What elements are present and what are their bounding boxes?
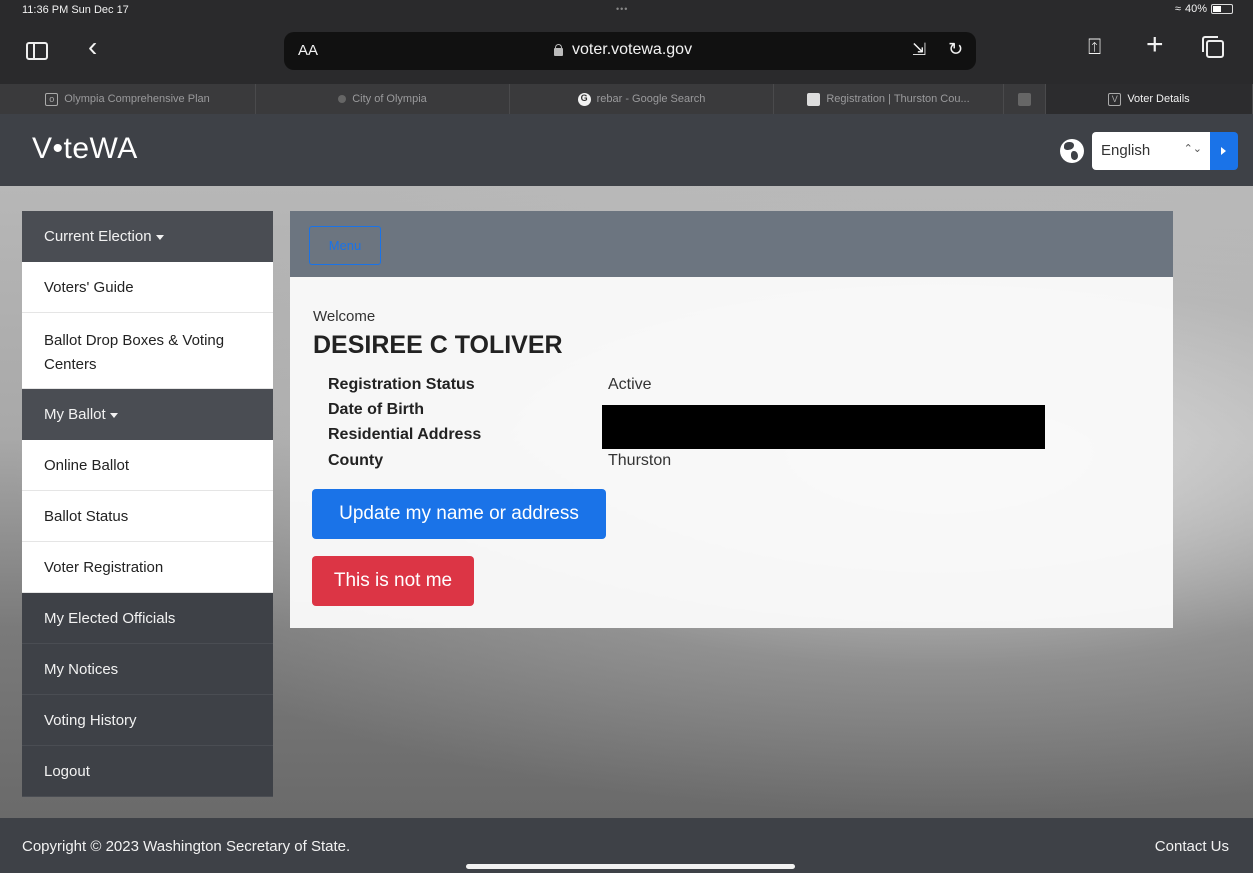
tab-voter-details[interactable]: V Voter Details: [1046, 84, 1253, 114]
nav-label: Voting History: [44, 712, 137, 729]
caret-down-icon: [109, 412, 118, 418]
reload-icon[interactable]: ↻: [948, 39, 963, 60]
back-icon[interactable]: ‹: [88, 33, 97, 61]
county-value: Thurston: [608, 452, 672, 469]
welcome-text: Welcome: [313, 308, 376, 325]
dot-icon: [338, 95, 347, 103]
nav-online-ballot[interactable]: Online Ballot: [22, 440, 273, 491]
google-icon: G: [577, 92, 591, 106]
registration-status-value: Active: [608, 376, 652, 393]
menu-button[interactable]: Menu: [309, 226, 381, 265]
nav-label: Current Election: [44, 228, 152, 245]
copyright-text: Copyright © 2023 Washington Secretary of…: [22, 838, 351, 855]
status-indicators: ≈ 40%: [1175, 3, 1233, 15]
side-nav: Current Election Voters' Guide Ballot Dr…: [22, 211, 273, 797]
reader-mode-icon[interactable]: ⇲: [912, 40, 926, 60]
url-text[interactable]: voter.votewa.gov: [572, 41, 692, 59]
voter-name: DESIREE C TOLIVER: [313, 331, 563, 359]
reader-settings-button[interactable]: AA: [298, 42, 318, 59]
site-footer: Copyright © 2023 Washington Secretary of…: [0, 818, 1253, 873]
tab-label: Olympia Comprehensive Plan: [64, 93, 210, 105]
nav-label: Voters' Guide: [44, 279, 134, 296]
site-header: V•teWA English ⌃⌄: [0, 114, 1253, 186]
nav-label: Ballot Status: [44, 508, 129, 525]
tab-label: Registration | Thurston Cou...: [826, 93, 970, 105]
nav-label: Online Ballot: [44, 457, 130, 474]
language-selected-value: English: [1101, 142, 1151, 159]
new-tab-icon[interactable]: +: [1146, 30, 1164, 60]
nav-current-election[interactable]: Current Election: [22, 211, 273, 262]
tab-google-search[interactable]: G rebar - Google Search: [510, 84, 774, 114]
votewa-logo[interactable]: V•teWA: [32, 132, 138, 166]
date-of-birth-label: Date of Birth: [328, 401, 424, 418]
not-me-button[interactable]: This is not me: [312, 556, 474, 606]
language-select[interactable]: English ⌃⌄: [1092, 132, 1210, 170]
tab-olympia-plan[interactable]: o Olympia Comprehensive Plan: [0, 84, 256, 114]
nav-ballot-drop-boxes[interactable]: Ballot Drop Boxes & Voting Centers: [22, 313, 273, 389]
nav-label: Logout: [44, 763, 90, 780]
contact-us-link[interactable]: Contact Us: [1155, 838, 1229, 855]
nav-label: Voter Registration: [44, 559, 164, 576]
panel-header: Menu: [290, 211, 1173, 277]
residential-address-label: Residential Address: [328, 426, 482, 443]
nav-ballot-status[interactable]: Ballot Status: [22, 491, 273, 542]
tab-overview-icon[interactable]: [1202, 36, 1224, 58]
registration-status-label: Registration Status: [328, 376, 475, 393]
nav-label: My Notices: [44, 661, 119, 678]
battery-icon: [1211, 4, 1233, 14]
share-icon[interactable]: ⍐: [1088, 36, 1101, 58]
nav-label: My Ballot: [44, 406, 106, 423]
nav-voting-history[interactable]: Voting History: [22, 695, 273, 746]
chevron-updown-icon: ⌃⌄: [1183, 143, 1202, 155]
wifi-icon: ≈: [1174, 3, 1181, 15]
caret-down-icon: [155, 234, 164, 240]
update-name-address-button[interactable]: Update my name or address: [312, 489, 606, 539]
county-label: County: [328, 452, 384, 469]
nav-my-ballot[interactable]: My Ballot: [22, 389, 273, 440]
tab-label: rebar - Google Search: [596, 93, 706, 105]
blank-tab-icon: [1018, 92, 1031, 106]
tab-label: Voter Details: [1127, 93, 1190, 105]
battery-percent: 40%: [1184, 3, 1207, 15]
site-icon: [807, 92, 821, 106]
tab-blank[interactable]: [1004, 84, 1046, 114]
nav-logout[interactable]: Logout: [22, 746, 273, 797]
tab-thurston-registration[interactable]: Registration | Thurston Cou...: [774, 84, 1004, 114]
globe-icon: [1060, 139, 1084, 163]
nav-my-elected-officials[interactable]: My Elected Officials: [22, 593, 273, 644]
multitasking-dots-icon[interactable]: •••: [616, 4, 628, 14]
home-indicator[interactable]: [466, 864, 795, 869]
address-bar[interactable]: AA voter.votewa.gov ⇲ ↻: [284, 32, 976, 70]
nav-voters-guide[interactable]: Voters' Guide: [22, 262, 273, 313]
language-go-button[interactable]: [1210, 132, 1238, 170]
nav-label: Ballot Drop Boxes & Voting Centers: [44, 332, 225, 373]
browser-toolbar: ‹ AA voter.votewa.gov ⇲ ↻ ⍐ +: [0, 22, 1253, 84]
lock-icon: [554, 44, 563, 56]
sidebar-toggle-icon[interactable]: [26, 42, 48, 60]
voter-details-panel: Welcome DESIREE C TOLIVER Registration S…: [290, 277, 1173, 628]
v-icon: V: [1108, 92, 1122, 106]
status-bar: 11:36 PM Sun Dec 17 ••• ≈ 40%: [0, 0, 1253, 22]
tab-label: City of Olympia: [352, 93, 427, 105]
redaction-bar: [602, 405, 1045, 449]
nav-label: My Elected Officials: [44, 610, 176, 627]
nav-voter-registration[interactable]: Voter Registration: [22, 542, 273, 593]
status-time: 11:36 PM Sun Dec 17: [22, 4, 129, 16]
box-icon: o: [45, 92, 59, 106]
nav-my-notices[interactable]: My Notices: [22, 644, 273, 695]
tab-strip: o Olympia Comprehensive Plan City of Oly…: [0, 84, 1253, 114]
tab-city-of-olympia[interactable]: City of Olympia: [256, 84, 510, 114]
